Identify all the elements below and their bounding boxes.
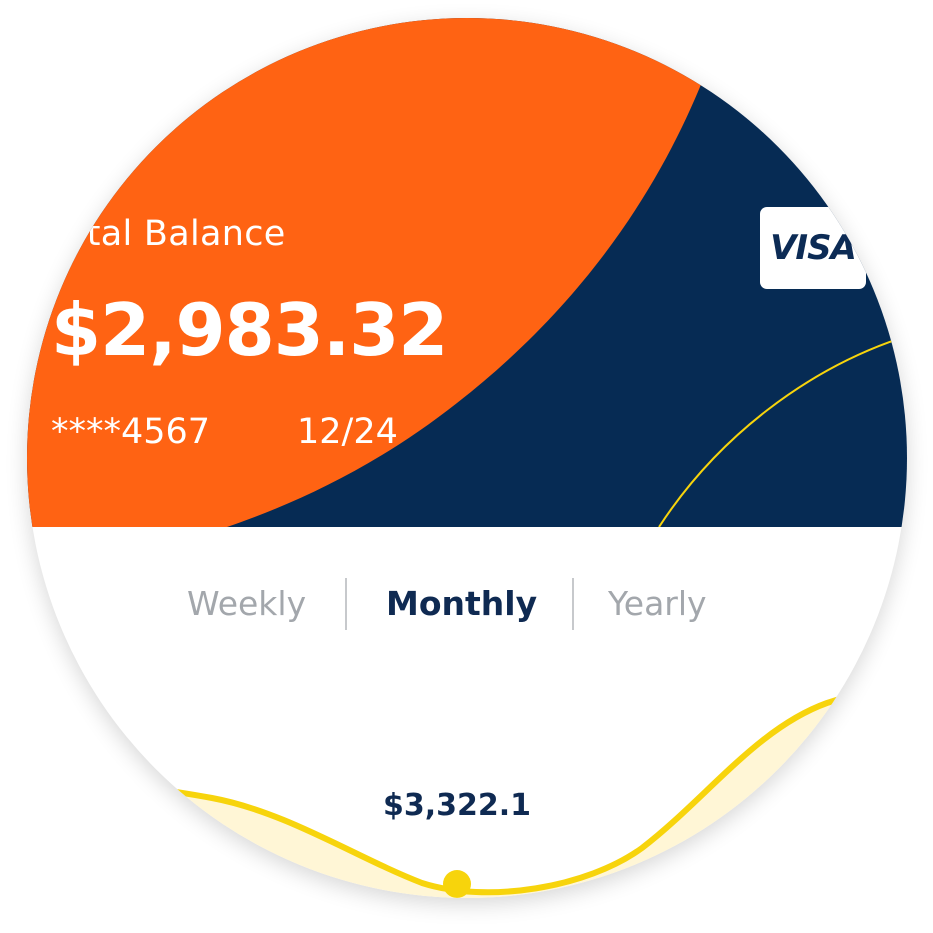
tab-weekly[interactable]: Weekly xyxy=(187,584,306,623)
circular-viewport: otal Balance $2,983.32 ****4567 12/24 VI… xyxy=(27,18,907,898)
tab-divider xyxy=(572,578,574,630)
balance-amount: $2,983.32 xyxy=(51,288,448,372)
visa-logo: VISA xyxy=(760,207,866,289)
screen: otal Balance $2,983.32 ****4567 12/24 VI… xyxy=(0,0,933,933)
chart-selected-point xyxy=(443,870,471,898)
card-number: ****4567 xyxy=(51,412,211,452)
tab-divider xyxy=(345,578,347,630)
total-balance-label: otal Balance xyxy=(65,214,286,254)
period-tabs: Weekly Monthly Yearly xyxy=(27,578,907,634)
card-expiry: 12/24 xyxy=(297,412,398,452)
balance-chart xyxy=(27,683,907,898)
tab-monthly[interactable]: Monthly xyxy=(386,584,537,623)
visa-logo-text: VISA xyxy=(770,228,857,268)
credit-card[interactable]: otal Balance $2,983.32 ****4567 12/24 VI… xyxy=(27,18,907,527)
tab-yearly[interactable]: Yearly xyxy=(608,584,707,623)
chart-point-value: $3,322.1 xyxy=(382,788,532,823)
